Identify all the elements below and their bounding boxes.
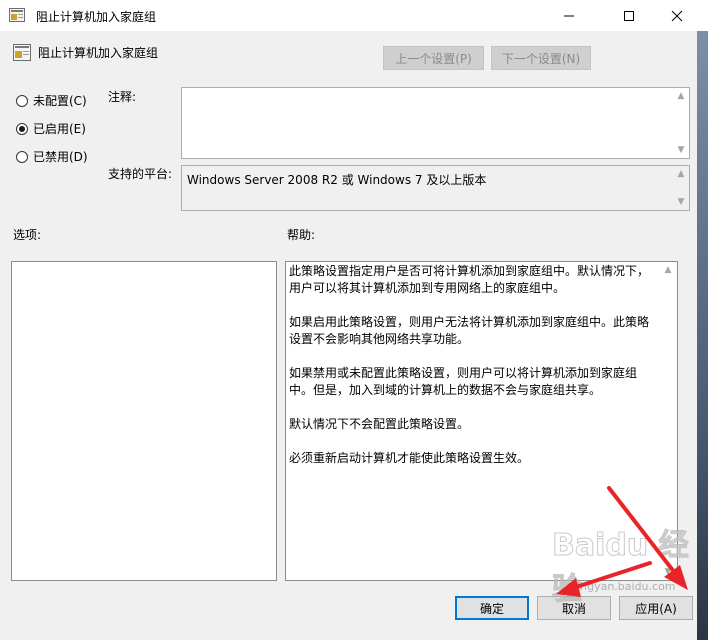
close-button[interactable]	[654, 0, 700, 31]
radio-label: 已启用(E)	[33, 122, 86, 136]
setting-icon	[13, 44, 31, 61]
scroll-up-icon[interactable]: ▲	[660, 262, 676, 278]
radio-enabled[interactable]: 已启用(E)	[16, 120, 86, 137]
platform-label: 支持的平台:	[108, 167, 173, 181]
radio-circle[interactable]	[16, 150, 28, 163]
help-paragraph: 如果禁用或未配置此策略设置，则用户可以将计算机添加到家庭组中。但是，加入到域的计…	[289, 366, 638, 397]
help-text: 此策略设置指定用户是否可将计算机添加到家庭组中。默认情况下，用户可以将其计算机添…	[289, 263, 659, 484]
radio-circle[interactable]	[16, 94, 28, 107]
next-setting-button[interactable]: 下一个设置(N)	[491, 46, 591, 70]
platform-scrollbar[interactable]: ▲ ▼	[673, 166, 689, 210]
radio-not-configured[interactable]: 未配置(C)	[16, 92, 87, 109]
maximize-button[interactable]	[606, 0, 652, 31]
scroll-down-icon[interactable]: ▼	[673, 142, 689, 158]
help-label: 帮助:	[287, 228, 316, 242]
maximize-icon	[624, 10, 634, 21]
watermark: Baidu 经验 jingyan.baidu.com	[552, 520, 702, 620]
radio-circle[interactable]	[16, 122, 28, 135]
close-icon	[671, 10, 683, 21]
radio-label: 未配置(C)	[33, 94, 87, 108]
scroll-up-icon[interactable]: ▲	[673, 166, 689, 182]
options-pane	[11, 261, 277, 581]
setting-title: 阻止计算机加入家庭组	[38, 46, 159, 60]
minimize-button[interactable]	[546, 0, 592, 31]
help-paragraph: 如果启用此策略设置，则用户无法将计算机添加到家庭组中。此策略设置不会影响其他网络…	[289, 315, 650, 346]
options-label: 选项:	[13, 228, 42, 242]
help-paragraph: 默认情况下不会配置此策略设置。	[289, 417, 470, 431]
comment-label: 注释:	[108, 90, 137, 104]
watermark-logo: Baidu 经验	[552, 528, 690, 608]
radio-disabled[interactable]: 已禁用(D)	[16, 148, 88, 165]
platform-field: Windows Server 2008 R2 或 Windows 7 及以上版本…	[181, 165, 690, 211]
policy-icon	[9, 8, 25, 22]
previous-setting-button[interactable]: 上一个设置(P)	[383, 46, 484, 70]
watermark-url: jingyan.baidu.com	[574, 580, 676, 593]
help-paragraph: 必须重新启动计算机才能使此策略设置生效。	[289, 451, 530, 465]
scroll-down-icon[interactable]: ▼	[673, 194, 689, 210]
comment-scrollbar[interactable]: ▲ ▼	[673, 88, 689, 158]
ok-button[interactable]: 确定	[455, 596, 529, 620]
radio-label: 已禁用(D)	[33, 150, 88, 164]
window-title: 阻止计算机加入家庭组	[36, 10, 157, 24]
minimize-icon	[564, 15, 574, 16]
help-paragraph: 此策略设置指定用户是否可将计算机添加到家庭组中。默认情况下，用户可以将其计算机添…	[289, 264, 650, 295]
platform-value: Windows Server 2008 R2 或 Windows 7 及以上版本	[187, 173, 487, 187]
scroll-up-icon[interactable]: ▲	[673, 88, 689, 104]
comment-input[interactable]: ▲ ▼	[181, 87, 690, 159]
